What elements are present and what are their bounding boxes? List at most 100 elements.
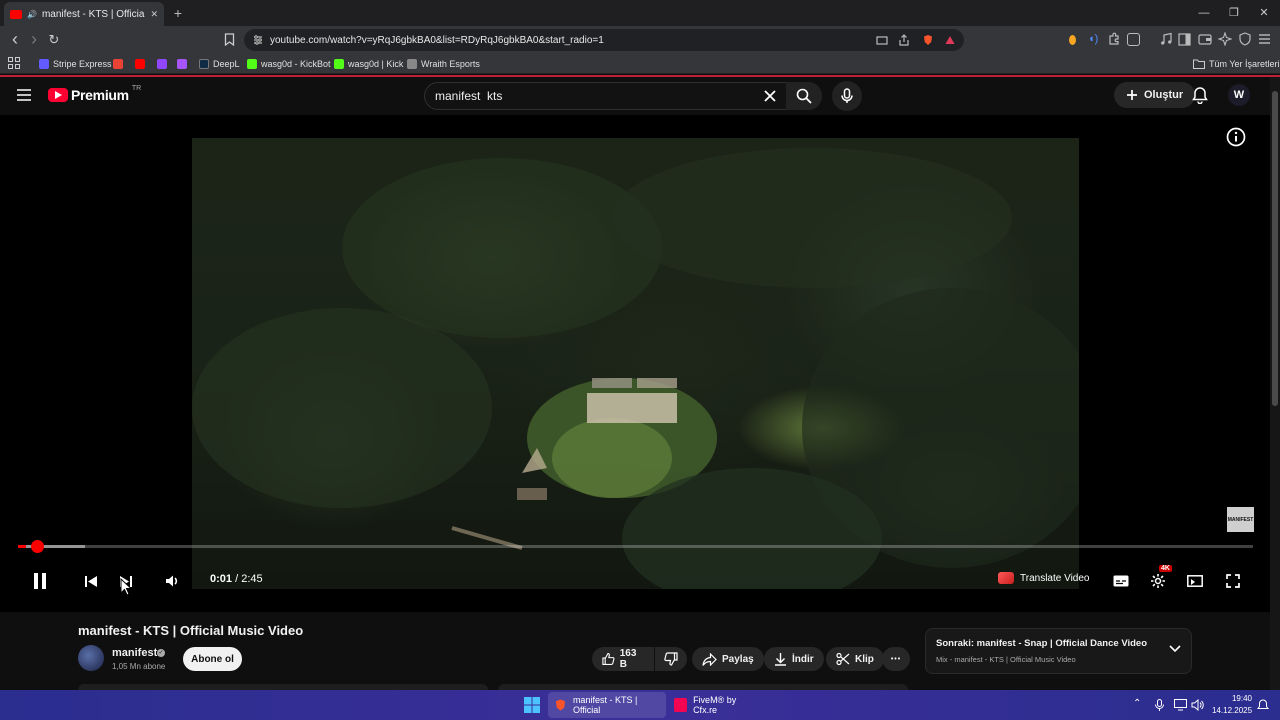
music-note-icon[interactable] <box>1159 32 1173 46</box>
search-input[interactable] <box>435 89 755 103</box>
up-next-panel[interactable]: Sonraki: manifest - Snap | Official Danc… <box>925 628 1192 674</box>
bookmarks-bar: Stripe Express DeepL wasg0d - KickBot wa… <box>0 54 1280 74</box>
tray-microphone-icon[interactable] <box>1155 699 1164 711</box>
kick-icon <box>334 59 344 69</box>
windows-start-icon[interactable] <box>524 697 540 713</box>
bookmark-twitch[interactable] <box>157 58 167 70</box>
like-count: 163 B <box>619 648 637 670</box>
taskbar-app-fivem[interactable]: FiveM® by Cfx.re <box>668 692 764 718</box>
leo-ai-icon[interactable] <box>1218 32 1232 46</box>
scrollbar-thumb[interactable] <box>1272 91 1278 406</box>
page-scrollbar[interactable] <box>1270 77 1280 691</box>
bookmark-youtube[interactable] <box>135 58 145 70</box>
sidebar-toggle-icon[interactable] <box>1178 33 1191 46</box>
channel-avatar[interactable] <box>78 645 104 671</box>
progress-bar[interactable] <box>18 540 1253 553</box>
more-actions-button[interactable]: ••• <box>882 647 910 671</box>
translate-extension-icon[interactable]: ◖) <box>1088 33 1098 45</box>
video-frame[interactable] <box>192 138 1079 589</box>
new-tab-button[interactable]: + <box>170 5 186 21</box>
screenshot-icon[interactable] <box>1127 33 1140 46</box>
bookmark-gmail[interactable] <box>113 58 123 70</box>
minimize-button[interactable]: — <box>1196 6 1212 20</box>
share-button[interactable]: Paylaş <box>692 647 764 671</box>
all-bookmarks-folder[interactable]: Tüm Yer İşaretleri <box>1193 58 1280 70</box>
mute-button[interactable] <box>163 569 181 593</box>
wallet-icon[interactable] <box>1198 33 1212 46</box>
thumbs-down-icon <box>664 652 678 666</box>
forward-button[interactable]: › <box>26 30 42 48</box>
verified-badge-icon: ✓ <box>157 649 165 657</box>
bookmark-kickbot[interactable]: wasg0d - KickBot <box>247 58 331 70</box>
subtitles-button[interactable] <box>1111 569 1131 593</box>
extension-icon[interactable] <box>1069 35 1076 45</box>
download-button[interactable]: İndir <box>764 647 824 671</box>
bookmark-page-icon[interactable] <box>224 33 235 46</box>
fullscreen-button[interactable] <box>1223 569 1243 593</box>
mouse-cursor-icon <box>120 578 132 596</box>
bookmark-wraith[interactable]: Wraith Esports <box>407 58 480 70</box>
tray-volume-icon[interactable] <box>1191 699 1204 711</box>
youtube-header: Premium TR Oluştur W <box>0 77 1280 115</box>
like-button[interactable]: 163 B <box>592 647 654 671</box>
tab-close-icon[interactable]: ✕ <box>150 9 158 20</box>
translate-video-button[interactable]: Translate Video <box>998 572 1090 584</box>
bookmark-site[interactable] <box>177 58 187 70</box>
network-icon[interactable] <box>1174 699 1187 711</box>
wraith-icon <box>407 59 417 69</box>
back-button[interactable]: ‹ <box>7 30 23 48</box>
channel-watermark[interactable]: MANIFEST <box>1227 507 1254 532</box>
address-bar[interactable]: youtube.com/watch?v=yRqJ6gbkBA0&list=RDy… <box>244 29 964 51</box>
deepl-icon <box>199 59 209 69</box>
create-button[interactable]: Oluştur <box>1114 82 1196 108</box>
system-clock[interactable]: 19:40 14.12.2025 <box>1212 693 1252 717</box>
window-close-button[interactable]: ✕ <box>1256 6 1272 20</box>
video-title: manifest - KTS | Official Music Video <box>78 623 304 638</box>
restore-button[interactable]: ❐ <box>1226 6 1242 20</box>
pause-button[interactable] <box>30 569 50 593</box>
chevron-down-icon[interactable] <box>1169 645 1181 653</box>
bookmark-favicon-icon <box>177 59 187 69</box>
search-button[interactable] <box>786 82 822 110</box>
browser-toolbar: ‹ › ↻ youtube.com/watch?v=yRqJ6gbkBA0&li… <box>0 26 1280 54</box>
brave-rewards-icon[interactable] <box>944 34 956 46</box>
bookmark-kick[interactable]: wasg0d | Kick <box>334 58 403 70</box>
progress-scrubber-handle[interactable] <box>30 540 44 553</box>
voice-search-button[interactable] <box>832 81 862 111</box>
share-page-icon[interactable] <box>898 34 910 46</box>
dislike-button[interactable] <box>655 647 687 671</box>
guide-menu-icon[interactable] <box>16 88 32 102</box>
browser-tab-active[interactable]: 🔊 manifest - KTS | Official Music ✕ <box>4 2 164 26</box>
apps-grid-icon[interactable] <box>8 57 20 69</box>
speaker-icon[interactable]: 🔊 <box>27 10 37 19</box>
clear-search-icon[interactable] <box>762 88 778 104</box>
extensions-puzzle-icon[interactable] <box>1107 32 1121 46</box>
video-player[interactable]: MANIFEST 0:01 / 2:45 Translate Video 4K <box>0 115 1270 612</box>
bookmark-deepl[interactable]: DeepL <box>199 58 240 70</box>
current-time: 0:01 <box>210 573 233 585</box>
clip-button[interactable]: Klip <box>826 647 884 671</box>
site-info-icon[interactable] <box>252 34 264 46</box>
tray-overflow-icon[interactable]: ⌃ <box>1133 698 1141 709</box>
cast-icon[interactable] <box>876 34 888 46</box>
youtube-favicon-icon <box>10 9 22 19</box>
brave-shield-icon[interactable] <box>922 34 934 46</box>
browser-menu-icon[interactable] <box>1258 33 1271 45</box>
notifications-bell-icon[interactable] <box>1191 86 1209 104</box>
info-icon[interactable] <box>1226 127 1246 147</box>
youtube-premium-logo[interactable]: Premium TR <box>48 85 141 103</box>
settings-button[interactable] <box>1148 569 1168 593</box>
account-avatar[interactable]: W <box>1228 84 1250 106</box>
notification-center-icon[interactable] <box>1257 699 1269 711</box>
brave-browser-icon <box>555 699 566 711</box>
plus-icon <box>1127 90 1137 100</box>
channel-name[interactable]: manifest <box>112 647 157 659</box>
previous-button[interactable] <box>82 569 100 593</box>
up-next-subtitle: Mix - manifest - KTS | Official Music Vi… <box>936 655 1076 664</box>
taskbar-app-browser[interactable]: manifest - KTS | Official <box>548 692 666 718</box>
subscribe-button[interactable]: Abone ol <box>183 647 242 671</box>
reload-button[interactable]: ↻ <box>46 32 62 48</box>
miniplayer-button[interactable] <box>1185 569 1205 593</box>
bookmark-stripe-express[interactable]: Stripe Express <box>39 58 112 70</box>
vpn-shield-icon[interactable] <box>1238 32 1252 46</box>
